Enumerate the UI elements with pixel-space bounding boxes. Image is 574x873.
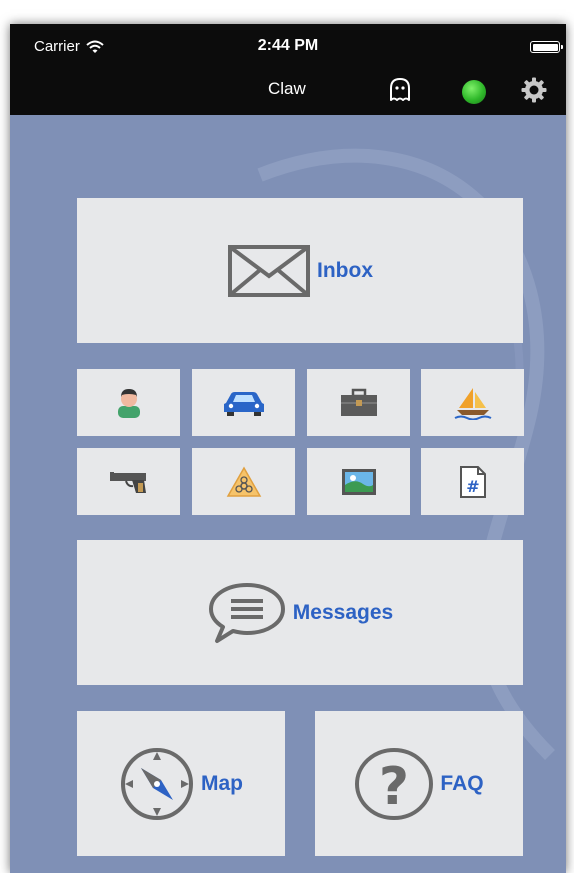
gear-icon[interactable] bbox=[520, 76, 548, 104]
category-tile-briefcase[interactable] bbox=[307, 369, 410, 436]
document-hash-icon: # bbox=[459, 465, 486, 498]
compass-icon bbox=[121, 747, 193, 820]
status-dot-icon[interactable] bbox=[462, 80, 486, 104]
clock: 2:44 PM bbox=[257, 37, 319, 54]
messages-label: Messages bbox=[292, 600, 394, 624]
question-mark-icon: ? bbox=[355, 747, 434, 820]
biohazard-icon bbox=[226, 465, 261, 497]
category-tile-person[interactable] bbox=[77, 369, 180, 436]
envelope-icon bbox=[228, 244, 310, 297]
navigation-bar: Carrier 2:44 PM Claw bbox=[10, 24, 566, 115]
map-label: Map bbox=[201, 771, 243, 795]
category-tile-boat[interactable] bbox=[421, 369, 524, 436]
ghost-icon[interactable] bbox=[386, 76, 414, 104]
sailboat-icon bbox=[454, 387, 491, 420]
car-icon bbox=[223, 391, 264, 416]
category-tile-document[interactable]: # bbox=[421, 448, 524, 515]
svg-text:#: # bbox=[466, 477, 479, 496]
speech-bubble-icon bbox=[208, 582, 285, 643]
faq-tile[interactable]: ? FAQ bbox=[315, 711, 523, 856]
picture-icon bbox=[341, 468, 376, 495]
inbox-label: Inbox bbox=[317, 258, 373, 282]
faq-label: FAQ bbox=[440, 771, 484, 795]
map-tile[interactable]: Map bbox=[77, 711, 285, 856]
person-icon bbox=[117, 388, 140, 418]
battery-icon bbox=[530, 41, 563, 53]
svg-text:?: ? bbox=[379, 757, 409, 817]
category-tile-biohazard[interactable] bbox=[192, 448, 295, 515]
messages-tile[interactable]: Messages bbox=[77, 540, 523, 685]
gun-icon bbox=[109, 471, 146, 493]
status-bar: Carrier 2:44 PM bbox=[10, 24, 566, 64]
briefcase-icon bbox=[340, 388, 377, 416]
category-tile-picture[interactable] bbox=[307, 448, 410, 515]
category-tile-car[interactable] bbox=[192, 369, 295, 436]
page-title: Claw bbox=[268, 79, 306, 98]
app-screen: Carrier 2:44 PM Claw Inbox # Messages Ma… bbox=[10, 24, 566, 873]
inbox-tile[interactable]: Inbox bbox=[77, 198, 523, 343]
category-tile-weapon[interactable] bbox=[77, 448, 180, 515]
